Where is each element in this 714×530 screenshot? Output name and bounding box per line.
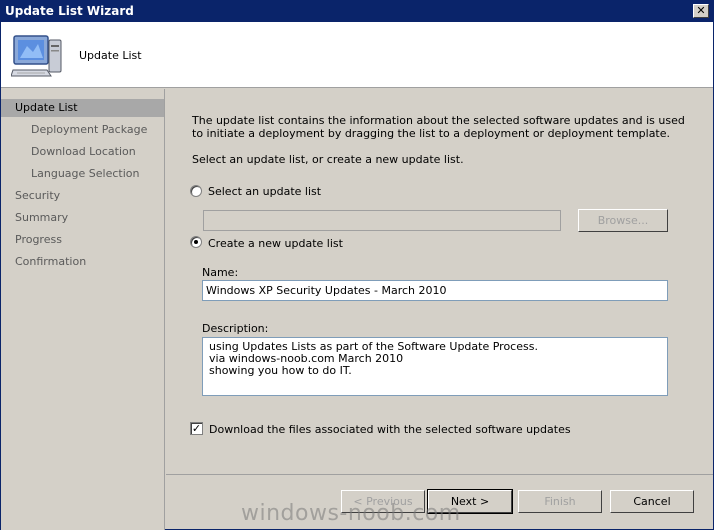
select-list-label[interactable]: Select an update list [208,185,321,198]
page-title: Update List [79,49,142,62]
description-label: Description: [202,322,269,335]
check-icon: ✓ [191,422,202,435]
sidebar-item-deployment-package[interactable]: Deployment Package [1,121,164,139]
wizard-steps-sidebar: Update List Deployment Package Download … [1,89,165,530]
close-icon: ✕ [696,4,706,17]
wizard-header: Update List [1,22,713,88]
instruction-text: Select an update list, or create a new u… [192,153,464,166]
sidebar-item-summary[interactable]: Summary [1,209,164,227]
window-title: Update List Wizard [5,4,134,18]
select-list-field[interactable] [203,210,561,231]
name-label: Name: [202,266,239,279]
create-list-label[interactable]: Create a new update list [208,237,343,250]
cancel-button[interactable]: Cancel [610,490,694,513]
sidebar-item-progress[interactable]: Progress [1,231,164,249]
wizard-window: Update List Wizard ✕ Update List Update … [0,0,714,530]
create-list-radio[interactable] [190,236,202,248]
description-textarea[interactable]: using Updates Lists as part of the Softw… [202,337,668,396]
sidebar-item-update-list[interactable]: Update List [1,99,164,117]
name-input[interactable]: Windows XP Security Updates - March 2010 [202,280,668,301]
finish-button[interactable]: Finish [518,490,602,513]
watermark-text: windows-noob.com [241,501,461,526]
sidebar-item-language-selection[interactable]: Language Selection [1,165,164,183]
browse-button[interactable]: Browse... [578,209,668,232]
select-list-radio[interactable] [190,185,202,197]
wizard-content: The update list contains the information… [166,89,713,474]
description-text: The update list contains the information… [192,114,685,140]
sidebar-item-confirmation[interactable]: Confirmation [1,253,164,271]
sidebar-item-security[interactable]: Security [1,187,164,205]
download-files-label[interactable]: Download the files associated with the s… [209,423,571,436]
close-button[interactable]: ✕ [693,4,709,18]
sidebar-item-download-location[interactable]: Download Location [1,143,164,161]
download-files-checkbox[interactable]: ✓ [190,422,203,435]
computer-icon [11,35,62,77]
title-bar: Update List Wizard ✕ [1,1,713,22]
